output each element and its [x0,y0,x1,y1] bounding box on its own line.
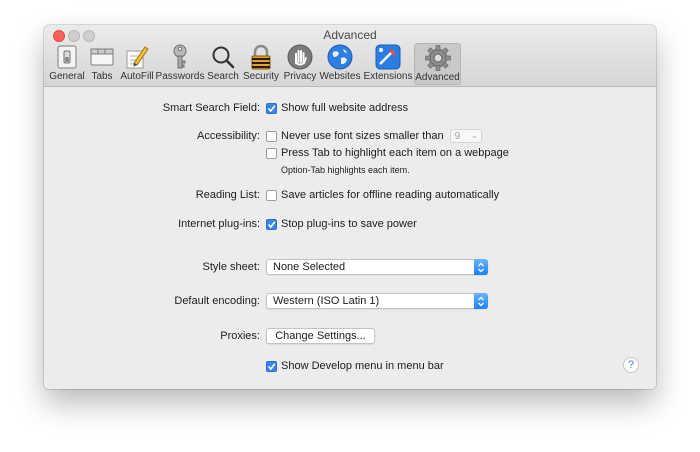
show-develop-checkbox[interactable] [266,360,277,372]
tab-passwords[interactable]: Passwords [156,43,204,85]
save-articles-text: Save articles for offline reading automa… [281,189,500,201]
smart-search-label: Smart Search Field: [162,102,260,114]
change-settings-button[interactable]: Change Settings... [266,328,375,344]
updown-chevron-icon [474,259,488,275]
key-icon [165,43,195,71]
tab-autofill[interactable]: AutoFill [119,43,155,85]
tab-advanced-label: Advanced [415,72,460,83]
min-font-size-checkbox[interactable] [266,130,277,142]
tab-search-label: Search [207,71,239,82]
show-develop-text: Show Develop menu in menu bar [281,360,444,372]
globe-icon [325,43,355,71]
pencil-form-icon [122,43,152,71]
encoding-label: Default encoding: [174,295,260,307]
magnifier-icon [208,43,238,71]
min-font-size-select[interactable]: 9 ⌄ [449,129,482,143]
plugins-label: Internet plug-ins: [178,218,260,230]
advanced-pane: Smart Search Field: Show full website ad… [44,88,656,389]
general-switch-icon [52,43,82,71]
show-develop-option[interactable]: Show Develop menu in menu bar [266,360,444,372]
style-sheet-value: None Selected [273,261,346,273]
tab-privacy[interactable]: Privacy [282,43,318,85]
padlock-icon [246,43,276,71]
save-articles-checkbox[interactable] [266,189,277,201]
tab-security[interactable]: Security [241,43,281,85]
tab-passwords-label: Passwords [155,71,205,82]
press-tab-option[interactable]: Press Tab to highlight each item on a we… [266,147,509,159]
window-title: Advanced [323,28,377,42]
proxies-label: Proxies: [220,330,260,342]
show-full-address-text: Show full website address [281,102,409,114]
tab-autofill-label: AutoFill [120,71,154,82]
min-font-size-value: 9 [454,130,461,142]
save-articles-option[interactable]: Save articles for offline reading automa… [266,189,499,201]
tab-extensions[interactable]: Extensions [363,43,413,85]
style-sheet-select[interactable]: None Selected [266,259,488,275]
tab-websites[interactable]: Websites [319,43,361,85]
tab-websites-label: Websites [319,71,361,82]
preferences-window: Advanced General Tabs AutoFill Passwords… [44,25,656,389]
tab-general[interactable]: General [48,43,86,85]
min-font-size-text: Never use font sizes smaller than [281,130,444,142]
tab-search[interactable]: Search [205,43,241,85]
press-tab-checkbox[interactable] [266,147,277,159]
press-tab-text: Press Tab to highlight each item on a we… [281,147,509,159]
tab-tabs[interactable]: Tabs [87,43,117,85]
encoding-select[interactable]: Western (ISO Latin 1) [266,293,488,309]
puzzle-icon [373,43,403,71]
checkmark-icon [267,104,276,112]
gear-icon [423,44,453,72]
stop-plugins-checkbox[interactable] [266,218,277,230]
tab-extensions-label: Extensions [363,71,413,82]
chevron-down-icon: ⌄ [470,131,478,140]
option-tab-note: Option-Tab highlights each item. [281,165,410,175]
tab-tabs-label: Tabs [91,71,113,82]
stop-plugins-option[interactable]: Stop plug-ins to save power [266,218,417,230]
accessibility-label: Accessibility: [197,130,260,142]
preferences-toolbar: General Tabs AutoFill Passwords Search S… [44,43,656,87]
checkmark-icon [267,362,276,370]
tab-security-label: Security [242,71,280,82]
tabs-icon [87,43,117,71]
encoding-value: Western (ISO Latin 1) [273,295,380,307]
title-bar: Advanced General Tabs AutoFill Passwords… [44,25,656,87]
tab-advanced[interactable]: Advanced [414,43,461,85]
tab-privacy-label: Privacy [283,71,317,82]
hand-icon [285,43,315,71]
min-font-size-option[interactable]: Never use font sizes smaller than 9 ⌄ [266,129,482,143]
style-sheet-label: Style sheet: [202,261,260,273]
help-button[interactable]: ? [623,357,639,373]
show-full-address-checkbox[interactable] [266,102,277,114]
stop-plugins-text: Stop plug-ins to save power [281,218,417,230]
show-full-address-option[interactable]: Show full website address [266,102,408,114]
checkmark-icon [267,220,276,228]
updown-chevron-icon [474,293,488,309]
reading-list-label: Reading List: [195,189,260,201]
tab-general-label: General [49,71,85,82]
